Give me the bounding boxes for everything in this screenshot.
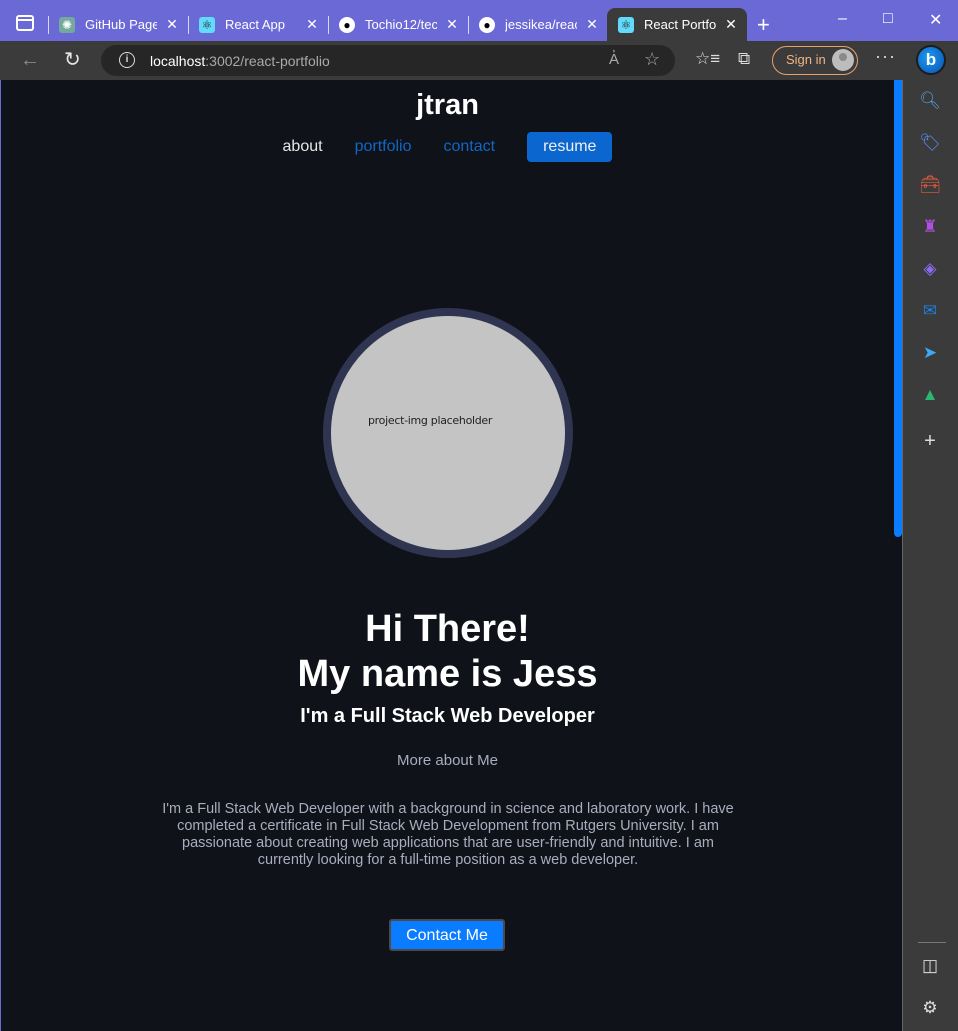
tab-title: React App xyxy=(225,17,285,32)
url-path: :3002/react-portfolio xyxy=(205,53,330,69)
close-tab-icon[interactable]: ✕ xyxy=(445,16,459,33)
refresh-icon[interactable]: ↻ xyxy=(64,47,81,72)
page-scrollbar[interactable] xyxy=(894,80,902,1031)
tab-actions-icon[interactable] xyxy=(16,15,34,31)
tab-title: GitHub Pages xyxy=(85,17,157,32)
tab-title: React Portfolio xyxy=(644,17,716,32)
tab-separator xyxy=(468,16,469,34)
close-tab-icon[interactable]: ✕ xyxy=(165,16,179,33)
github-icon: ● xyxy=(479,16,495,33)
bing-copilot-icon[interactable]: b xyxy=(916,45,946,75)
add-icon[interactable]: + xyxy=(918,429,942,453)
hero-heading-line1: Hi There! xyxy=(365,608,530,650)
more-about-heading: More about Me xyxy=(397,752,498,769)
sign-in-button[interactable]: Sign in xyxy=(772,46,858,75)
close-tab-icon[interactable]: ✕ xyxy=(585,16,599,33)
tab-separator xyxy=(328,16,329,34)
address-bar[interactable]: i localhost:3002/react-portfolio A͐ ☆ xyxy=(101,45,675,76)
chatgpt-icon: ✺ xyxy=(59,16,75,33)
favorites-icon[interactable]: ☆≡ xyxy=(695,49,720,69)
profile-avatar-icon xyxy=(832,49,854,71)
collections-icon[interactable]: ⧉ xyxy=(738,49,750,69)
edge-sidebar: 🔍︎ 🏷︎ 🧰︎ ♜ ◈ ✉ ➤ ▲ + ◫ ⚙ xyxy=(902,80,958,1031)
profile-image: project-img placeholder xyxy=(323,308,573,558)
info-icon[interactable]: i xyxy=(119,52,135,68)
hero-subheading: I'm a Full Stack Web Developer xyxy=(300,705,595,727)
search-icon[interactable]: 🔍︎ xyxy=(918,89,942,113)
nav-portfolio[interactable]: portfolio xyxy=(355,138,412,156)
tab-react-app[interactable]: ⚛ React App ✕ xyxy=(199,8,319,41)
github-icon: ● xyxy=(339,16,355,33)
tab-separator xyxy=(48,16,49,34)
new-tab-button[interactable]: + xyxy=(757,12,770,38)
more-menu-icon[interactable]: ··· xyxy=(875,46,896,67)
add-favorite-icon[interactable]: ☆ xyxy=(644,49,660,70)
web-page: jtran about portfolio contact resume pro… xyxy=(1,80,894,1031)
react-icon: ⚛ xyxy=(618,16,634,33)
close-window-button[interactable]: ✕ xyxy=(929,10,942,30)
maximize-button[interactable]: □ xyxy=(883,10,893,28)
url-host: localhost xyxy=(150,53,206,69)
scrollbar-thumb[interactable] xyxy=(894,80,902,537)
hero-heading: Hi There! My name is Jess xyxy=(1,607,894,697)
read-aloud-icon[interactable]: A͐ xyxy=(609,51,619,68)
browser-toolbar: ← ↻ i localhost:3002/react-portfolio A͐ … xyxy=(0,41,958,80)
url-text[interactable]: localhost:3002/react-portfolio xyxy=(150,53,330,69)
image-alt-text: project-img placeholder xyxy=(368,414,493,427)
tree-icon[interactable]: ▲ xyxy=(918,383,942,407)
close-tab-icon[interactable]: ✕ xyxy=(305,16,319,33)
bio-paragraph: I'm a Full Stack Web Developer with a ba… xyxy=(162,801,734,868)
settings-icon[interactable]: ⚙ xyxy=(918,996,942,1020)
minimize-button[interactable]: – xyxy=(838,10,847,28)
drop-send-icon[interactable]: ➤ xyxy=(918,341,942,365)
contact-me-button[interactable]: Contact Me xyxy=(389,919,505,951)
sidebar-divider xyxy=(918,942,946,943)
tab-tochio12[interactable]: ● Tochio12/tech ✕ xyxy=(339,8,459,41)
tab-title: jessikea/react- xyxy=(505,17,577,32)
tab-github-pages[interactable]: ✺ GitHub Pages ✕ xyxy=(59,8,179,41)
back-arrow-icon[interactable]: ← xyxy=(20,49,40,72)
copilot-icon[interactable]: ◈ xyxy=(918,257,942,281)
nav-contact[interactable]: contact xyxy=(444,138,496,156)
browser-titlebar: ✺ GitHub Pages ✕ ⚛ React App ✕ ● Tochio1… xyxy=(0,0,958,41)
sign-in-label: Sign in xyxy=(786,52,826,67)
tab-separator xyxy=(188,16,189,34)
site-nav: about portfolio contact resume xyxy=(1,132,894,162)
shopping-tag-icon[interactable]: 🏷︎ xyxy=(918,131,942,155)
split-screen-icon[interactable]: ◫ xyxy=(918,954,942,978)
site-brand[interactable]: jtran xyxy=(1,89,894,122)
close-tab-icon[interactable]: ✕ xyxy=(724,16,738,33)
games-icon[interactable]: ♜ xyxy=(918,215,942,239)
react-icon: ⚛ xyxy=(199,16,215,33)
tab-react-portfolio[interactable]: ⚛ React Portfolio ✕ xyxy=(607,8,747,41)
tab-title: Tochio12/tech xyxy=(365,17,437,32)
tab-jessikea[interactable]: ● jessikea/react- ✕ xyxy=(479,8,599,41)
outlook-icon[interactable]: ✉ xyxy=(918,299,942,323)
nav-resume-button[interactable]: resume xyxy=(527,132,613,162)
hero-heading-line2: My name is Jess xyxy=(297,653,598,695)
tools-icon[interactable]: 🧰︎ xyxy=(918,173,942,197)
nav-about[interactable]: about xyxy=(283,138,323,156)
